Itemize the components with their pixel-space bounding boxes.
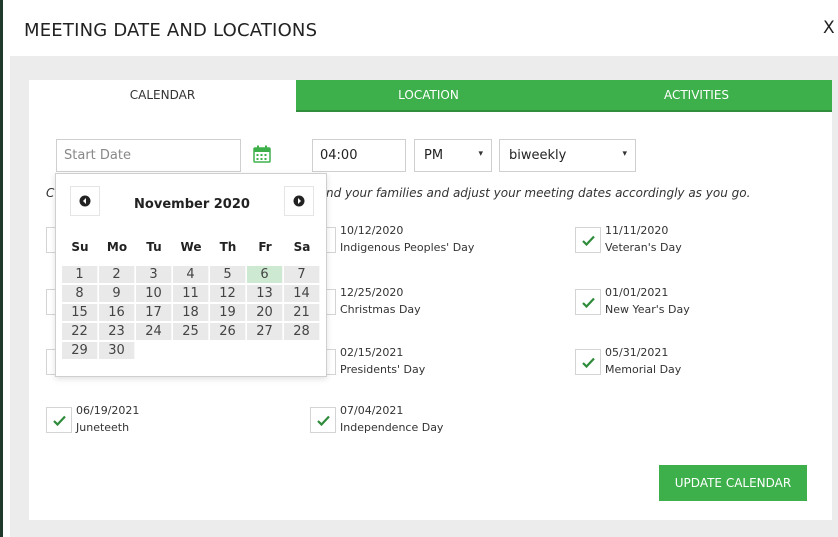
next-month-button[interactable] [284,186,314,216]
holiday-name: Veteran's Day [605,241,682,254]
calendar-day[interactable]: 12 [210,285,246,302]
holiday-name: Presidents' Day [340,363,426,376]
calendar-day[interactable]: 24 [136,323,172,340]
calendar-day[interactable]: 1 [62,266,98,283]
instructions-text: nd your families and adjust your meeting… [326,186,751,200]
calendar-day[interactable]: 13 [247,285,283,302]
check-icon [53,415,66,426]
holiday-name: Christmas Day [340,303,421,316]
holiday-date: 06/19/2021 [76,404,140,417]
calendar-day[interactable]: 21 [284,304,320,321]
dialog-title: MEETING DATE AND LOCATIONS [24,20,318,41]
caret-down-icon: ▾ [622,149,627,159]
holiday-checkbox[interactable] [46,349,55,375]
holiday-name: Juneteeth [76,421,130,434]
weekday-label: Tu [146,240,162,254]
tab-location[interactable]: LOCATION [296,80,561,110]
calendar-day[interactable]: 15 [62,304,98,321]
calendar-day[interactable]: 25 [173,323,209,340]
calendar-day[interactable]: 22 [62,323,98,340]
prev-month-button[interactable] [70,186,100,216]
calendar-day[interactable]: 19 [210,304,246,321]
calendar-day[interactable]: 26 [210,323,246,340]
holiday-date: 05/31/2021 [605,346,669,359]
frequency-value: biweekly [509,148,567,163]
calendar-day[interactable]: 9 [99,285,135,302]
weekday-label: Th [219,240,237,254]
holiday-date: 12/25/2020 [340,286,404,299]
calendar-day[interactable]: 28 [284,323,320,340]
holiday-checkbox[interactable] [575,227,601,253]
caret-down-icon: ▾ [478,149,483,159]
calendar-day[interactable]: 7 [284,266,320,283]
holiday-date: 01/01/2021 [605,286,669,299]
ampm-select[interactable]: PM ▾ [414,139,492,172]
calendar-day[interactable]: 29 [62,342,98,359]
weekday-label: Sa [293,240,311,254]
holiday-name: Memorial Day [605,363,682,376]
ampm-value: PM [424,148,444,163]
instructions-lead: C [46,186,55,200]
holiday-date: 10/12/2020 [340,224,404,237]
calendar-day[interactable]: 14 [284,285,320,302]
calendar-day[interactable]: 2 [99,266,135,283]
calendar-day[interactable]: 17 [136,304,172,321]
window-edge [0,0,3,537]
calendar-day[interactable]: 6 [247,266,283,283]
month-label: November 2020 [134,197,250,212]
calendar-day[interactable]: 8 [62,285,98,302]
chevron-left-icon [79,195,91,207]
weekday-label: Mo [106,240,128,254]
check-icon [582,235,595,246]
holiday-date: 07/04/2021 [340,404,404,417]
calendar-day[interactable]: 20 [247,304,283,321]
calendar-icon[interactable] [253,145,271,163]
tab-bar: CALENDAR LOCATION ACTIVITIES [29,80,832,110]
check-icon [582,297,595,308]
calendar-day[interactable]: 23 [99,323,135,340]
calendar-day[interactable]: 5 [210,266,246,283]
holiday-name: New Year's Day [605,303,690,316]
holiday-checkbox[interactable] [46,407,72,433]
tab-calendar[interactable]: CALENDAR [29,80,296,110]
time-input[interactable]: 04:00 [312,139,406,172]
calendar-day[interactable]: 11 [173,285,209,302]
update-calendar-button[interactable]: UPDATE CALENDAR [659,465,807,501]
tab-underline [296,110,832,112]
chevron-right-icon [293,195,305,207]
calendar-day[interactable]: 18 [173,304,209,321]
holiday-name: Indigenous Peoples' Day [340,241,475,254]
calendar-day[interactable]: 27 [247,323,283,340]
calendar-day[interactable]: 16 [99,304,135,321]
calendar-day[interactable]: 4 [173,266,209,283]
calendar-day[interactable]: 30 [99,342,135,359]
calendar-day[interactable]: 3 [136,266,172,283]
holiday-checkbox[interactable] [575,289,601,315]
weekday-label: Su [71,240,89,254]
check-icon [317,415,330,426]
weekday-label: Fr [258,240,272,254]
weekday-label: We [180,240,202,254]
datepicker-popup: November 2020 Su Mo Tu We Th Fr Sa 1 2 3 4 5 6 7 8 9 10… [55,173,327,377]
close-button[interactable]: X [823,18,835,38]
holiday-checkbox[interactable] [310,407,336,433]
check-icon [582,357,595,368]
frequency-select[interactable]: biweekly ▾ [499,139,636,172]
holiday-date: 11/11/2020 [605,224,669,237]
holiday-checkbox[interactable] [46,289,55,315]
holiday-checkbox[interactable] [575,349,601,375]
holiday-name: Independence Day [340,421,444,434]
tab-activities[interactable]: ACTIVITIES [561,80,832,110]
start-date-input[interactable]: Start Date [56,139,241,172]
holiday-date: 02/15/2021 [340,346,404,359]
calendar-day[interactable]: 10 [136,285,172,302]
holiday-checkbox[interactable] [46,227,55,253]
